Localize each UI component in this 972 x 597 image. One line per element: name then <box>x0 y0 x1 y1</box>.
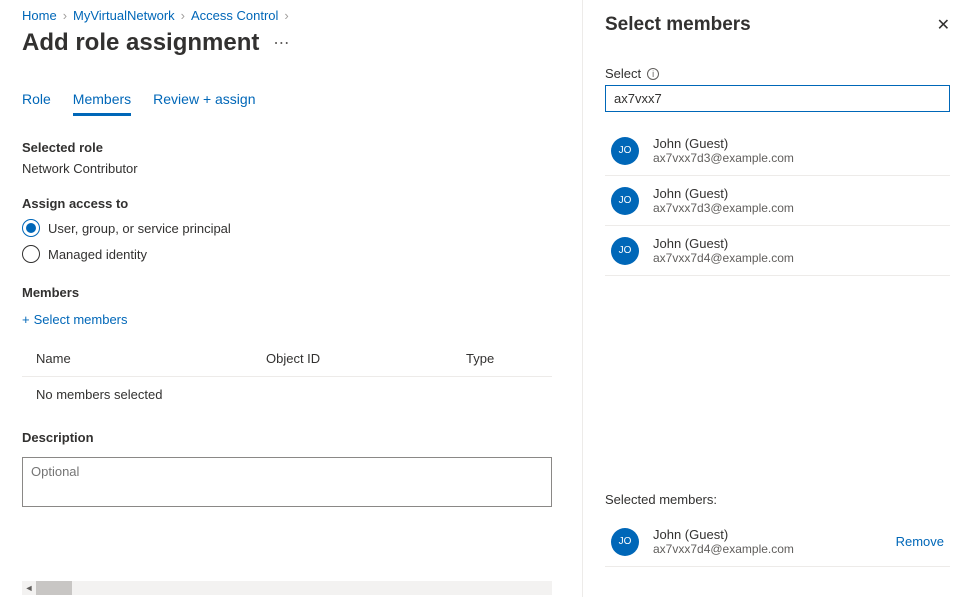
scrollbar-thumb[interactable] <box>36 581 72 595</box>
result-name: John (Guest) <box>653 136 794 151</box>
col-type: Type <box>466 351 538 366</box>
col-object-id: Object ID <box>266 351 466 366</box>
result-item[interactable]: JO John (Guest) ax7vxx7d4@example.com <box>605 225 950 275</box>
selected-members-label: Selected members: <box>605 492 950 507</box>
select-search-input[interactable] <box>605 85 950 112</box>
select-members-link[interactable]: + Select members <box>22 312 128 327</box>
selected-member-item: JO John (Guest) ax7vxx7d4@example.com Re… <box>605 517 950 567</box>
close-icon[interactable]: ✕ <box>937 15 950 35</box>
radio-icon <box>22 219 40 237</box>
result-email: ax7vxx7d4@example.com <box>653 251 794 265</box>
remove-link[interactable]: Remove <box>896 534 944 549</box>
radio-label: Managed identity <box>48 247 147 262</box>
radio-label: User, group, or service principal <box>48 221 231 236</box>
result-email: ax7vxx7d3@example.com <box>653 201 794 215</box>
panel-title: Select members <box>605 14 751 36</box>
radio-icon <box>22 245 40 263</box>
avatar-icon: JO <box>611 528 639 556</box>
select-label-text: Select <box>605 66 641 81</box>
avatar-icon: JO <box>611 237 639 265</box>
chevron-right-icon: › <box>63 8 67 23</box>
chevron-right-icon: › <box>181 8 185 23</box>
select-members-text: Select members <box>34 312 128 327</box>
breadcrumb-access-control[interactable]: Access Control <box>191 8 278 23</box>
breadcrumb-vnet[interactable]: MyVirtualNetwork <box>73 8 175 23</box>
avatar-icon: JO <box>611 187 639 215</box>
page-title: Add role assignment <box>22 29 259 57</box>
breadcrumb: Home › MyVirtualNetwork › Access Control… <box>22 8 580 23</box>
tabs: Role Members Review + assign <box>22 91 580 116</box>
result-item[interactable]: JO John (Guest) ax7vxx7d3@example.com <box>605 175 950 225</box>
result-email: ax7vxx7d3@example.com <box>653 151 794 165</box>
result-item[interactable]: JO John (Guest) ax7vxx7d3@example.com <box>605 126 950 175</box>
horizontal-scrollbar[interactable]: ◄ <box>22 581 552 595</box>
tab-members[interactable]: Members <box>73 91 131 116</box>
selected-name: John (Guest) <box>653 527 882 542</box>
members-empty-row: No members selected <box>22 376 552 412</box>
chevron-right-icon: › <box>284 8 288 23</box>
radio-user-group-sp[interactable]: User, group, or service principal <box>22 219 580 237</box>
breadcrumb-home[interactable]: Home <box>22 8 57 23</box>
select-label: Select i <box>605 66 950 81</box>
selected-email: ax7vxx7d4@example.com <box>653 542 882 556</box>
result-name: John (Guest) <box>653 236 794 251</box>
col-name: Name <box>36 351 266 366</box>
selected-role-label: Selected role <box>22 140 580 155</box>
result-name: John (Guest) <box>653 186 794 201</box>
members-table: Name Object ID Type No members selected <box>22 341 552 412</box>
members-label: Members <box>22 285 580 300</box>
more-actions-icon[interactable]: ⋯ <box>273 33 289 53</box>
tab-role[interactable]: Role <box>22 91 51 116</box>
radio-managed-identity[interactable]: Managed identity <box>22 245 580 263</box>
description-input[interactable] <box>22 457 552 507</box>
tab-review-assign[interactable]: Review + assign <box>153 91 255 116</box>
info-icon[interactable]: i <box>647 68 659 80</box>
avatar-icon: JO <box>611 137 639 165</box>
assign-access-label: Assign access to <box>22 196 580 211</box>
search-results: JO John (Guest) ax7vxx7d3@example.com JO… <box>605 126 950 276</box>
selected-role-value: Network Contributor <box>22 161 580 176</box>
scroll-left-icon[interactable]: ◄ <box>22 581 36 595</box>
select-members-panel: Select members ✕ Select i JO John (Guest… <box>582 0 972 597</box>
plus-icon: + <box>22 312 30 327</box>
description-label: Description <box>22 430 580 445</box>
